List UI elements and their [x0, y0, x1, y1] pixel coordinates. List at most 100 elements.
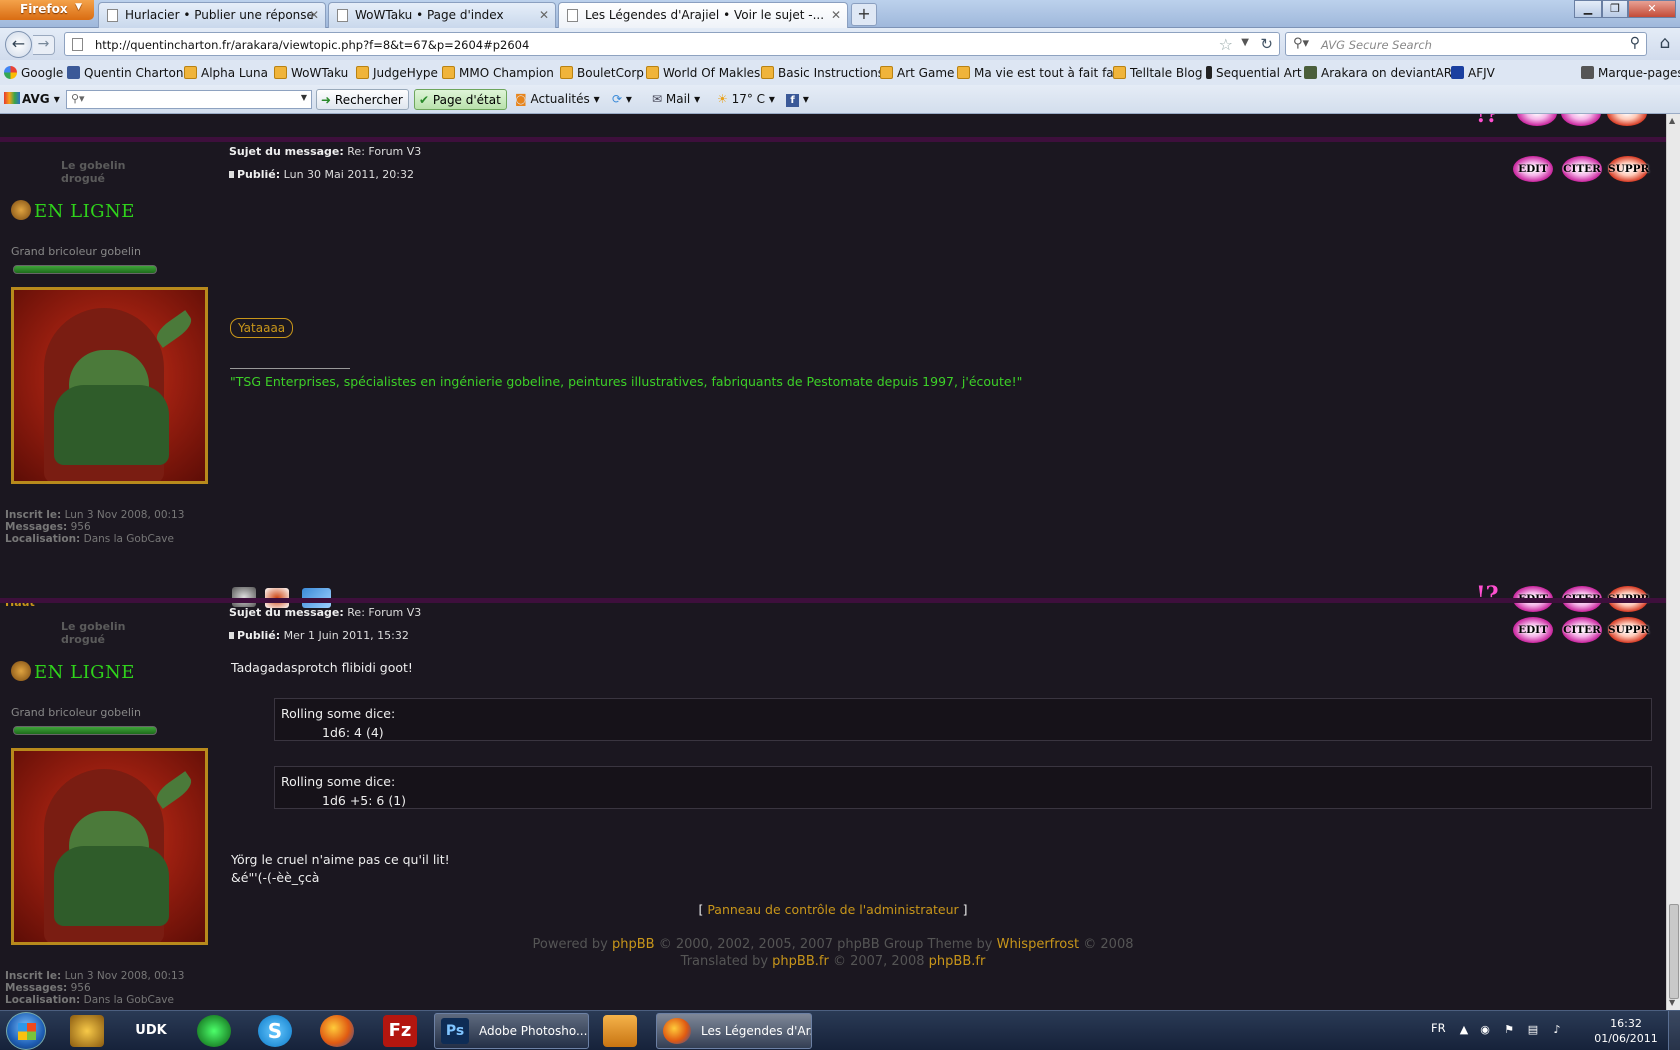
poster-name[interactable]: Le gobelin drogué — [61, 159, 161, 185]
bookmark-mmo-champion[interactable]: MMO Champion — [442, 66, 554, 80]
new-tab-button[interactable]: + — [851, 3, 877, 26]
bookmark-afjv[interactable]: AFJV — [1451, 66, 1495, 80]
theme-author-link[interactable]: Whisperfrost — [997, 937, 1080, 952]
avg-facebook-menu[interactable]: f ▾ — [786, 92, 809, 107]
minimize-button[interactable]: ▁ — [1574, 0, 1602, 18]
rank-bar — [13, 265, 157, 274]
scrollbar-thumb[interactable] — [1669, 904, 1679, 999]
admin-panel-link[interactable]: Panneau de contrôle de l'administrateur — [707, 902, 958, 917]
volume-icon[interactable]: ♪ — [1550, 1023, 1564, 1037]
avg-search-input[interactable]: ⚲▾ ▼ — [66, 90, 312, 109]
online-status: EN LIGNE — [11, 200, 135, 222]
taskbar-firefox-window[interactable]: Les Légendes d'Ar... — [656, 1013, 812, 1049]
page-scrollbar[interactable]: ▲ ▼ — [1666, 114, 1680, 1010]
bookmark-bouletcorp[interactable]: BouletCorp — [560, 66, 644, 80]
search-go-icon[interactable]: ⚲ — [1630, 35, 1640, 51]
bookmark-alpha-luna[interactable]: Alpha Luna — [184, 66, 268, 80]
avg-logo[interactable]: AVG ▾ — [4, 92, 60, 106]
phpbb-link[interactable]: phpBB — [612, 937, 655, 952]
poster-name[interactable]: Le gobelin drogué — [61, 620, 161, 646]
delete-button[interactable]: SUPPR — [1608, 156, 1649, 182]
bookmark-world-of-makles[interactable]: World Of Makles — [646, 66, 760, 80]
bookmark-ma-vie[interactable]: Ma vie est tout à fait fa... — [957, 66, 1125, 80]
home-icon[interactable]: ⌂ — [1653, 32, 1677, 56]
location-label: Localisation: — [5, 994, 81, 1006]
edit-button[interactable]: EDIT — [1513, 617, 1553, 643]
scroll-down-icon[interactable]: ▼ — [1669, 998, 1675, 1007]
bookmark-basic-instructions[interactable]: Basic Instructions — [761, 66, 884, 80]
reload-icon[interactable]: ↻ — [1260, 35, 1273, 53]
close-tab-icon[interactable]: ✕ — [831, 8, 841, 22]
delete-button[interactable]: SUPPR — [1608, 617, 1649, 643]
filezilla-icon[interactable]: Fz — [383, 1015, 417, 1047]
unreal-engine-icon[interactable] — [70, 1015, 104, 1047]
taskbar: UDK S Fz Ps Adobe Photosho... Les Légende… — [0, 1010, 1680, 1050]
edit-button[interactable]: EDIT — [1513, 156, 1553, 182]
bookmark-star-icon[interactable]: ☆ — [1219, 35, 1233, 54]
tab-legendes-arajiel[interactable]: Les Légendes d'Arajiel • Voir le sujet -… — [558, 2, 848, 29]
quote-button[interactable]: CITER — [1562, 617, 1602, 643]
steam-tray-icon[interactable]: ◉ — [1478, 1023, 1492, 1037]
window-close-button[interactable]: ✕ — [1628, 0, 1676, 18]
language-indicator[interactable]: FR — [1431, 1021, 1446, 1035]
back-button[interactable]: ← — [5, 31, 32, 58]
maximize-button[interactable]: ❐ — [1602, 0, 1628, 18]
forward-button[interactable]: → — [33, 35, 55, 55]
flag-tray-icon[interactable]: ⚑ — [1502, 1023, 1516, 1037]
quote-button-prev[interactable] — [1561, 114, 1601, 126]
tab-hurlacier[interactable]: Hurlacier • Publier une réponse ✕ — [98, 2, 326, 28]
avg-weather-menu[interactable]: ☀ 17° C ▾ — [717, 92, 775, 106]
page-icon — [72, 38, 83, 51]
start-button[interactable] — [6, 1012, 46, 1050]
feed-folder-icon — [184, 66, 197, 79]
post-icon[interactable] — [229, 171, 234, 178]
bookmarks-menu[interactable]: Marque-pages — [1581, 66, 1680, 80]
bookmark-label: Google — [21, 66, 64, 80]
clock[interactable]: 16:32 01/06/2011 — [1590, 1016, 1662, 1046]
green-app-icon[interactable] — [197, 1015, 231, 1047]
dropdown-arrow-icon[interactable]: ▼ — [301, 93, 307, 102]
media-player-icon[interactable] — [603, 1015, 637, 1047]
avg-rechercher-label: Rechercher — [334, 93, 403, 107]
report-icon[interactable]: !? — [1476, 114, 1499, 128]
avg-actualites-menu[interactable]: ◙ Actualités ▾ — [515, 92, 600, 106]
bookmark-google[interactable]: Google — [4, 66, 63, 80]
bookmark-label: JudgeHype — [373, 66, 438, 80]
history-dropdown-icon[interactable]: ▼ — [1241, 37, 1249, 48]
bookmark-judgehype[interactable]: JudgeHype — [356, 66, 438, 80]
close-tab-icon[interactable]: ✕ — [309, 8, 319, 22]
show-desktop-button[interactable] — [1668, 1011, 1680, 1050]
search-engine-icon[interactable]: ⚲▾ — [1293, 36, 1309, 51]
tab-wowtaku[interactable]: WoWTaku • Page d'index ✕ — [328, 2, 556, 28]
avg-update-menu[interactable]: ⟳ ▾ — [612, 92, 632, 106]
bookmark-wowtaku[interactable]: WoWTaku — [274, 66, 348, 80]
bookmark-telltale-blog[interactable]: Telltale Blog — [1113, 66, 1202, 80]
bookmark-quentin-charton[interactable]: Quentin Charton — [67, 66, 183, 80]
firefox-icon[interactable] — [320, 1015, 354, 1047]
url-bar[interactable]: http://quentincharton.fr/arakara/viewtop… — [64, 32, 1280, 56]
close-tab-icon[interactable]: ✕ — [539, 8, 549, 22]
edit-button-prev[interactable] — [1517, 114, 1557, 126]
show-hidden-icons[interactable]: ▲ — [1457, 1023, 1471, 1037]
bookmark-sequential-art[interactable]: Sequential Art — [1206, 66, 1302, 80]
tab-title: Les Légendes d'Arajiel • Voir le sujet -… — [585, 8, 825, 22]
bookmark-arakara-deviantart[interactable]: Arakara on deviantART — [1304, 66, 1459, 80]
search-bar[interactable]: ⚲▾ AVG Secure Search ⚲ — [1285, 32, 1647, 56]
udk-icon[interactable]: UDK — [134, 1015, 168, 1047]
delete-button-prev[interactable] — [1607, 114, 1647, 126]
post-icon[interactable] — [229, 632, 234, 639]
url-text[interactable]: http://quentincharton.fr/arakara/viewtop… — [95, 38, 529, 52]
scroll-up-icon[interactable]: ▲ — [1669, 116, 1675, 125]
avg-mail-menu[interactable]: ✉ Mail ▾ — [652, 92, 700, 106]
network-tray-icon[interactable]: ▤ — [1526, 1023, 1540, 1037]
phpbb-fr-link[interactable]: phpBB.fr — [929, 954, 986, 969]
firefox-menu-button[interactable]: Firefox ▼ — [0, 0, 94, 20]
poster-info: Inscrit le: Lun 3 Nov 2008, 00:13 Messag… — [5, 970, 184, 1006]
taskbar-photoshop[interactable]: Ps Adobe Photosho... — [434, 1013, 589, 1049]
bookmark-art-game[interactable]: Art Game — [880, 66, 954, 80]
quote-button[interactable]: CITER — [1562, 156, 1602, 182]
avg-page-etat-button[interactable]: ✔ Page d'état — [414, 89, 507, 110]
skype-icon[interactable]: S — [258, 1015, 292, 1047]
phpbb-fr-link[interactable]: phpBB.fr — [772, 954, 829, 969]
avg-rechercher-button[interactable]: ➜ Rechercher — [316, 89, 409, 110]
